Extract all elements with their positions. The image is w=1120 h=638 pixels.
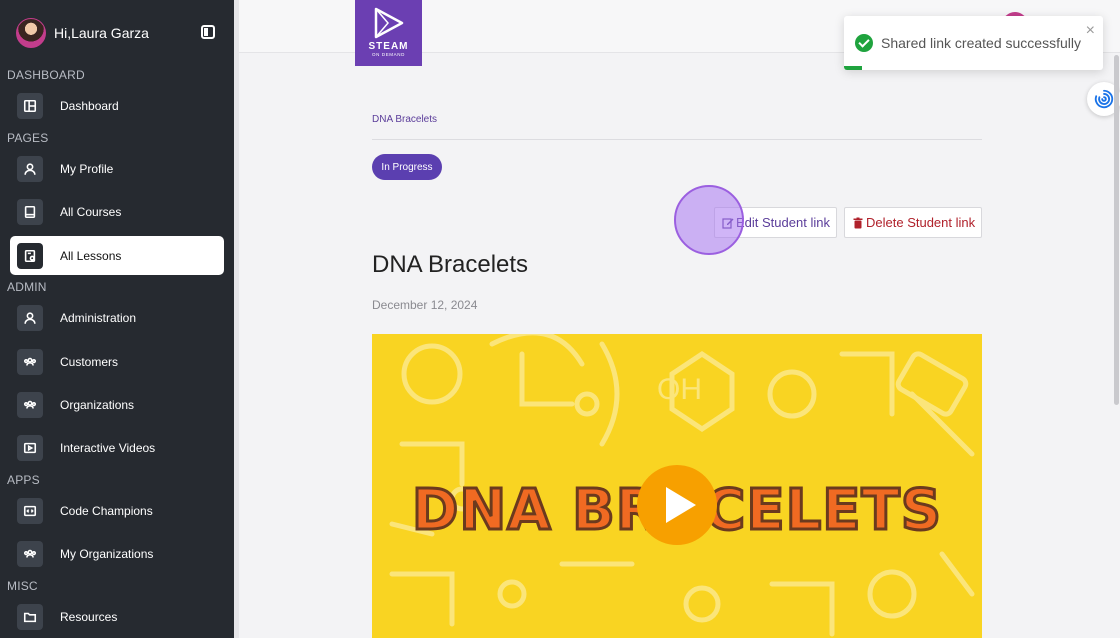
sidebar-item-label: Organizations xyxy=(60,397,135,412)
svg-text:OH: OH xyxy=(657,373,702,406)
toast-message: Shared link created successfully xyxy=(881,35,1081,51)
sidebar-item-label: My Profile xyxy=(60,161,114,176)
sidebar: Hi,Laura Garza DASHBOARD Dashboard PAGES… xyxy=(0,0,234,638)
click-indicator xyxy=(674,185,744,255)
check-circle-icon xyxy=(855,34,873,52)
folder-icon xyxy=(17,603,43,630)
sidebar-item-label: Interactive Videos xyxy=(60,440,156,455)
sidebar-edge xyxy=(234,0,239,638)
people-icon xyxy=(17,540,43,567)
sidebar-item-all-courses[interactable]: All Courses xyxy=(10,192,224,231)
sidebar-item-customers[interactable]: Customers xyxy=(10,342,224,381)
sidebar-item-label: All Lessons xyxy=(60,248,122,263)
lesson-date: December 12, 2024 xyxy=(372,298,478,312)
logo-subtext: ON DEMAND xyxy=(372,52,405,57)
sidebar-item-all-lessons[interactable]: All Lessons xyxy=(10,236,224,275)
user-icon xyxy=(17,155,43,182)
close-icon[interactable]: × xyxy=(1086,22,1095,40)
trash-icon xyxy=(853,217,863,228)
video-thumbnail[interactable]: OH DNA BRACELETS xyxy=(372,334,982,638)
dashboard-icon xyxy=(17,92,43,119)
video-icon xyxy=(17,434,43,461)
delete-student-link-button[interactable]: Delete Student link xyxy=(844,207,982,238)
sidebar-item-resources[interactable]: Resources xyxy=(10,597,224,636)
sidebar-item-label: All Courses xyxy=(60,204,122,219)
divider xyxy=(372,139,982,140)
user-greeting: Hi,Laura Garza xyxy=(54,25,149,41)
section-apps: APPS xyxy=(7,473,40,487)
section-admin: ADMIN xyxy=(7,280,47,294)
user-icon xyxy=(17,304,43,331)
sidebar-item-dashboard[interactable]: Dashboard xyxy=(10,86,224,125)
sidebar-item-label: Administration xyxy=(60,310,137,325)
lesson-icon xyxy=(17,242,43,269)
success-toast: Shared link created successfully × xyxy=(844,16,1103,70)
code-icon xyxy=(17,497,43,524)
sidebar-item-my-profile[interactable]: My Profile xyxy=(10,149,224,188)
sidebar-item-administration[interactable]: Administration xyxy=(10,298,224,337)
toast-progress-bar xyxy=(844,66,863,70)
sidebar-item-label: Customers xyxy=(60,354,119,369)
play-button-icon[interactable] xyxy=(637,465,717,545)
avatar[interactable] xyxy=(16,18,46,48)
play-logo-icon xyxy=(374,7,404,39)
sidebar-item-label: Code Champions xyxy=(60,503,153,518)
scrollbar[interactable] xyxy=(1114,55,1119,405)
breadcrumb[interactable]: DNA Bracelets xyxy=(372,114,437,125)
book-icon xyxy=(17,198,43,225)
status-badge: In Progress xyxy=(372,154,442,180)
sidebar-item-label: Resources xyxy=(60,609,118,624)
section-dashboard: DASHBOARD xyxy=(7,68,85,82)
sidebar-item-organizations[interactable]: Organizations xyxy=(10,385,224,424)
section-misc: MISC xyxy=(7,579,38,593)
sidebar-item-code-champions[interactable]: Code Champions xyxy=(10,491,224,530)
sidebar-item-interactive-videos[interactable]: Interactive Videos xyxy=(10,428,224,467)
sidebar-item-label: My Organizations xyxy=(60,546,154,561)
section-pages: PAGES xyxy=(7,131,49,145)
sidebar-item-label: Dashboard xyxy=(60,98,119,113)
logo-text: STEAM xyxy=(368,41,409,52)
sidebar-header: Hi,Laura Garza xyxy=(16,17,218,49)
edit-button-label: Edit Student link xyxy=(736,215,830,230)
people-icon xyxy=(17,391,43,418)
steam-logo[interactable]: STEAM ON DEMAND xyxy=(355,0,422,66)
page-title: DNA Bracelets xyxy=(372,251,529,278)
people-icon xyxy=(17,348,43,375)
delete-button-label: Delete Student link xyxy=(866,215,976,230)
sidebar-item-my-organizations[interactable]: My Organizations xyxy=(10,534,224,573)
swirl-icon xyxy=(1094,89,1114,109)
collapse-sidebar-icon[interactable] xyxy=(201,25,215,39)
